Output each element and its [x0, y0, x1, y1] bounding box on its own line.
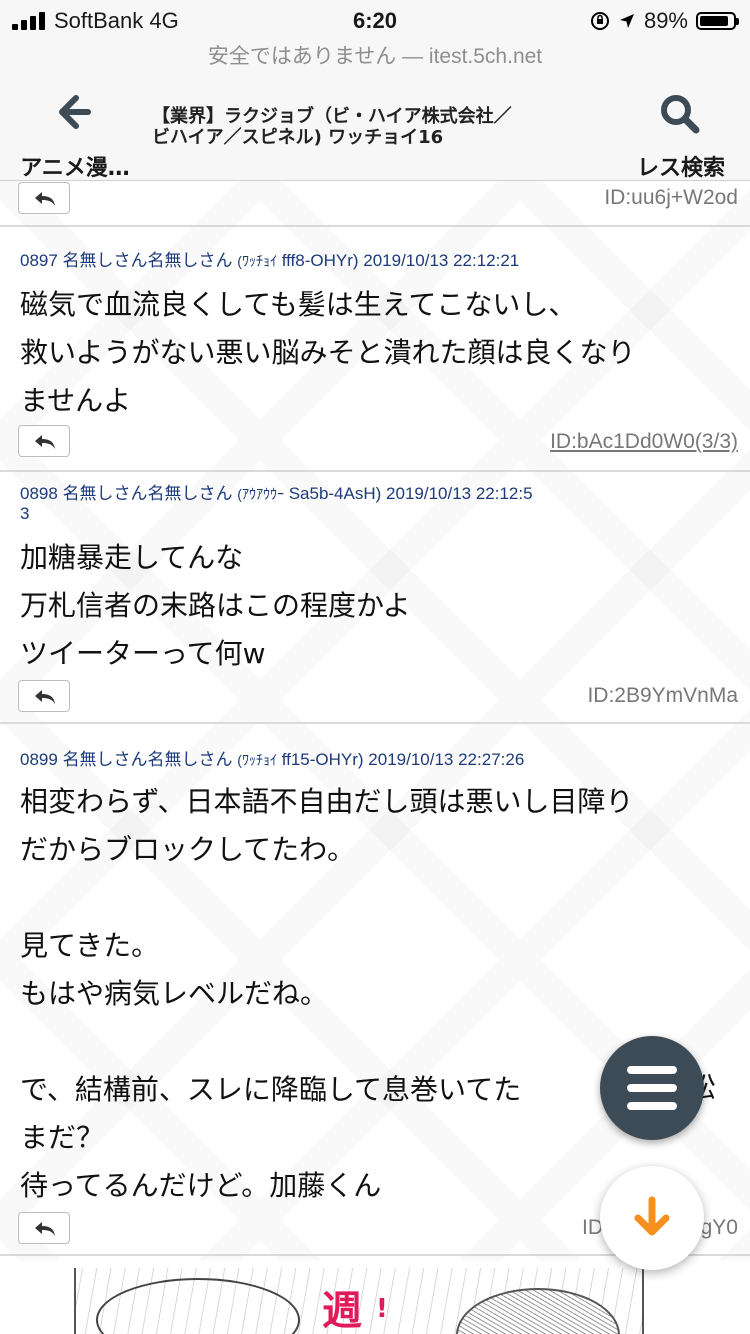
reply-button[interactable]	[18, 1212, 70, 1244]
arrow-down-icon	[634, 1196, 670, 1236]
poster-kana: (ﾜｯﾁｮｲ	[237, 752, 277, 768]
poster-kana: (ﾜｯﾁｮｲ	[237, 253, 277, 269]
location-icon	[619, 14, 634, 28]
thread-title-line1: 【業界】ラクジョブ（ビ・ハイア株式会社／	[152, 106, 512, 127]
post-datetime: 2019/10/13 22:12:5	[386, 484, 533, 503]
status-bar: SoftBank 4G 6:20 89%	[0, 0, 750, 40]
post-body: 加糖暴走してんな 万札信者の末路はこの程度かよ ツイーターって何w	[20, 541, 411, 670]
post-datetime: 2019/10/13 22:12:21	[363, 251, 520, 270]
post-body: 磁気で血流良くしても髪は生えてこないし、 救いようがない悪い脳みそと潰れた顔は良…	[20, 288, 636, 417]
poster-trip: Sa5b-4AsH)	[283, 484, 382, 503]
search-label: レス検索	[636, 156, 725, 181]
post-number[interactable]: 0899	[20, 750, 58, 769]
ad-banner[interactable]: 週 !	[74, 1268, 644, 1334]
post-id-right[interactable]: gY0	[701, 1216, 738, 1240]
battery-icon	[696, 12, 739, 30]
post-item: ID:uu6j+W2od	[0, 180, 750, 227]
post-header: 0897 名無しさん名無しさん (ﾜｯﾁｮｲ fff8-OHYr) 2019/1…	[20, 251, 720, 271]
search-button[interactable]: レス検索	[626, 88, 736, 181]
reply-button[interactable]	[18, 680, 70, 712]
ad-illustration-left	[96, 1278, 300, 1334]
ad-illustration-right	[456, 1288, 620, 1334]
scroll-down-fab-button[interactable]	[600, 1166, 704, 1270]
poster-trip: fff8-OHYr)	[276, 251, 359, 270]
post-datetime: 2019/10/13 22:27:26	[368, 750, 525, 769]
thread-header: アニメ漫… 【業界】ラクジョブ（ビ・ハイア株式会社／ ビハイア／スピネル) ワッ…	[0, 78, 750, 181]
reply-button[interactable]	[18, 182, 70, 214]
post-id[interactable]: ID:uu6j+W2od	[604, 186, 738, 210]
back-button[interactable]: アニメ漫…	[10, 88, 140, 181]
post-item: 0897 名無しさん名無しさん (ﾜｯﾁｮｲ fff8-OHYr) 2019/1…	[0, 225, 750, 472]
reply-icon	[35, 1222, 55, 1236]
post-header: 0898 名無しさん名無しさん (ｱｳｱｳｳｰ Sa5b-4AsH) 2019/…	[20, 484, 720, 524]
battery-percent: 89%	[643, 8, 688, 33]
poster-kana: (ｱｳｱｳｳｰ	[237, 486, 284, 502]
reply-button[interactable]	[18, 425, 70, 457]
thread-title-line2: ビハイア／スピネル) ワッチョイ16	[152, 127, 444, 148]
menu-fab-button[interactable]	[600, 1036, 704, 1140]
post-number[interactable]: 0898	[20, 484, 58, 503]
back-arrow-icon	[59, 95, 91, 129]
post-header: 0899 名無しさん名無しさん (ﾜｯﾁｮｲ ff15-OHYr) 2019/1…	[20, 750, 720, 770]
orientation-lock-icon	[590, 12, 609, 30]
url-text: 安全ではありません — itest.5ch.net	[207, 45, 543, 68]
poster-name: 名無しさん名無しさん	[62, 251, 233, 270]
reply-icon	[35, 192, 55, 206]
ad-title: 週	[322, 1287, 362, 1334]
search-icon	[661, 95, 700, 134]
poster-name: 名無しさん名無しさん	[62, 750, 233, 769]
post-datetime-wrap: 3	[20, 504, 30, 523]
url-bar[interactable]: 安全ではありません — itest.5ch.net	[0, 40, 750, 78]
post-number[interactable]: 0897	[20, 251, 58, 270]
poster-name: 名無しさん名無しさん	[62, 484, 233, 503]
thread-title: 【業界】ラクジョブ（ビ・ハイア株式会社／ ビハイア／スピネル) ワッチョイ16	[152, 106, 592, 148]
ad-mark: !	[376, 1294, 388, 1324]
status-right: 89%	[590, 8, 739, 34]
post-item: 0898 名無しさん名無しさん (ｱｳｱｳｳｰ Sa5b-4AsH) 2019/…	[0, 470, 750, 724]
reply-icon	[35, 435, 55, 449]
poster-trip: ff15-OHYr)	[276, 750, 364, 769]
reply-icon	[35, 690, 55, 704]
back-label: アニメ漫…	[20, 156, 130, 181]
post-id[interactable]: ID:bAc1Dd0W0(3/3)	[550, 430, 738, 454]
post-id[interactable]: ID:2B9YmVnMa	[587, 684, 738, 708]
